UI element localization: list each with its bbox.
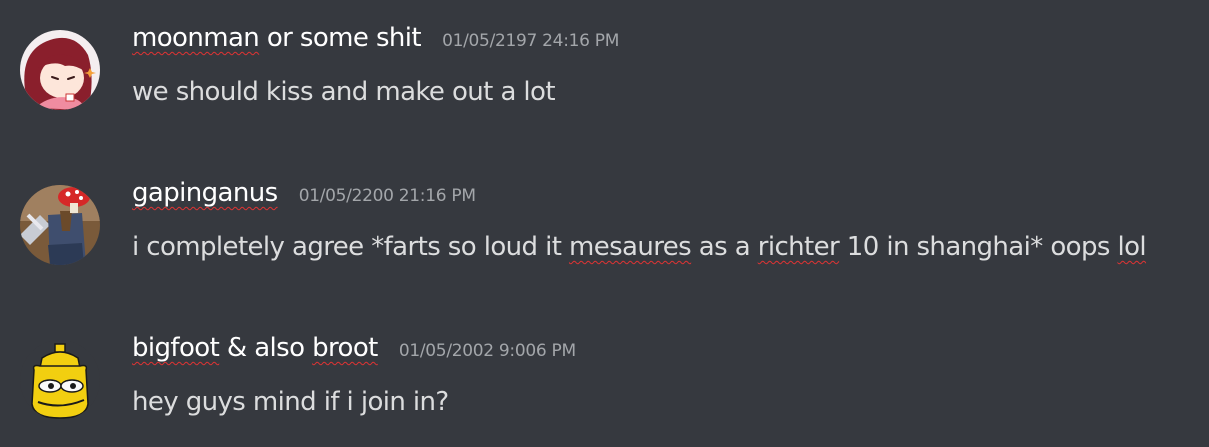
- username[interactable]: bigfoot & also broot: [132, 333, 378, 363]
- message-content: we should kiss and make out a lot: [132, 77, 556, 107]
- chat-message: gapinganus 01/05/2200 21:16 PM i complet…: [0, 175, 1209, 285]
- username-word: moonman: [132, 23, 260, 53]
- timestamp: 01/05/2197 24:16 PM: [442, 31, 620, 51]
- chat-message: bigfoot & also broot 01/05/2002 9:006 PM…: [0, 330, 1209, 440]
- misspelled-word: mesaures: [568, 232, 692, 262]
- message-text: we should kiss and make out a lot: [132, 77, 556, 107]
- chat-message: moonman or some shit 01/05/2197 24:16 PM…: [0, 20, 1209, 130]
- username-word: bigfoot: [132, 333, 220, 363]
- username-word: or some shit: [259, 23, 422, 53]
- timestamp: 01/05/2200 21:16 PM: [298, 186, 476, 206]
- anime-girl-avatar[interactable]: [20, 30, 100, 110]
- username-word: broot: [312, 333, 378, 363]
- message-content: i completely agree *farts so loud it mes…: [132, 232, 1147, 262]
- message-text: as a: [691, 232, 758, 262]
- username[interactable]: moonman or some shit: [132, 23, 422, 53]
- message-header: gapinganus 01/05/2200 21:16 PM: [132, 178, 476, 208]
- username[interactable]: gapinganus: [132, 178, 278, 208]
- username-word: gapinganus: [132, 178, 278, 208]
- mustard-pepe-avatar-icon: [20, 340, 100, 420]
- mushroom-knight-avatar-icon: [20, 185, 100, 265]
- message-header: moonman or some shit 01/05/2197 24:16 PM: [132, 23, 619, 53]
- message-content: hey guys mind if i join in?: [132, 387, 449, 417]
- chat-message-list: moonman or some shit 01/05/2197 24:16 PM…: [0, 0, 1209, 447]
- message-header: bigfoot & also broot 01/05/2002 9:006 PM: [132, 333, 576, 363]
- misspelled-word: richter: [757, 232, 840, 262]
- mustard-pepe-avatar[interactable]: [20, 340, 100, 420]
- message-text: 10 in shanghai* oops: [839, 232, 1118, 262]
- timestamp: 01/05/2002 9:006 PM: [398, 341, 576, 361]
- misspelled-word: lol: [1117, 232, 1147, 262]
- anime-girl-avatar-icon: [20, 30, 100, 110]
- mushroom-knight-avatar[interactable]: [20, 185, 100, 265]
- message-text: hey guys mind if i join in?: [132, 387, 449, 417]
- message-text: i completely agree *farts so loud it: [132, 232, 569, 262]
- username-word: & also: [219, 333, 313, 363]
